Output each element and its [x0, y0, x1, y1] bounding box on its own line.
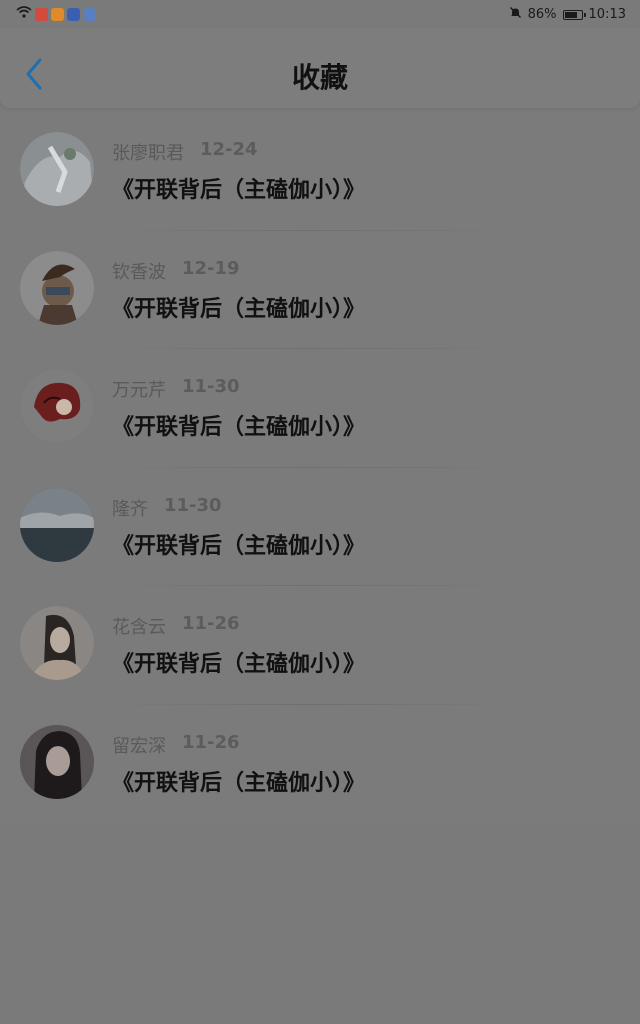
status-left: [16, 6, 96, 22]
item-title[interactable]: 《开联背后（主磕伽小）》: [112, 172, 365, 204]
list-item[interactable]: 留宏深 11-26 《开联背后（主磕伽小）》: [0, 705, 640, 824]
app-icon-3: [67, 7, 80, 21]
item-meta: 万元芹 11-30: [112, 376, 240, 402]
avatar[interactable]: [20, 132, 94, 206]
post-date: 12-19: [182, 257, 240, 279]
item-title[interactable]: 《开联背后（主磕伽小）》: [112, 409, 365, 441]
item-meta: 隆齐 11-30: [112, 495, 222, 521]
app-icon-1: [35, 7, 48, 21]
post-date: 11-26: [182, 731, 240, 753]
status-right: 86% 10:13: [509, 6, 626, 23]
mute-bell-icon: [509, 6, 522, 23]
item-meta: 钦香波 12-19: [112, 258, 240, 284]
item-meta: 花含云 11-26: [112, 613, 240, 639]
battery-percent: 86%: [527, 7, 557, 22]
list-item[interactable]: 张廖职君 12-24 《开联背后（主磕伽小）》: [0, 112, 640, 231]
list-item[interactable]: 隆齐 11-30 《开联背后（主磕伽小）》: [0, 468, 640, 586]
avatar[interactable]: [20, 487, 94, 562]
list-item[interactable]: 万元芹 11-30 《开联背后（主磕伽小）》: [0, 349, 640, 468]
battery-level: [564, 11, 578, 18]
page-title: 收藏: [291, 61, 348, 94]
list-item[interactable]: 钦香波 12-19 《开联背后（主磕伽小）》: [0, 231, 640, 349]
author-name: 钦香波: [112, 261, 166, 283]
post-date: 11-26: [182, 613, 240, 634]
post-date: 11-30: [164, 494, 222, 516]
favorites-list: 张廖职君 12-24 《开联背后（主磕伽小）》 钦香波 12-19 《开联背后（…: [0, 112, 640, 822]
item-meta: 张廖职君 12-24: [112, 139, 258, 165]
avatar[interactable]: [20, 606, 94, 680]
wifi-icon: [16, 6, 32, 22]
author-name: 花含云: [112, 617, 166, 638]
battery-icon: [562, 9, 586, 20]
avatar[interactable]: [20, 724, 94, 799]
item-meta: 留宏深 11-26: [112, 732, 240, 758]
post-date: 12-24: [200, 139, 258, 160]
avatar[interactable]: [20, 250, 94, 325]
item-title[interactable]: 《开联背后（主磕伽小）》: [112, 765, 365, 797]
author-name: 留宏深: [112, 735, 166, 757]
status-bar: 86% 10:13: [0, 0, 640, 28]
author-name: 万元芹: [112, 380, 166, 401]
avatar[interactable]: [20, 369, 94, 443]
list-item[interactable]: 花含云 11-26 《开联背后（主磕伽小）》: [0, 586, 640, 705]
app-icon-2: [51, 7, 64, 21]
item-title[interactable]: 《开联背后（主磕伽小）》: [112, 646, 365, 678]
app-icon-4: [83, 7, 96, 21]
item-title[interactable]: 《开联背后（主磕伽小）》: [112, 528, 365, 560]
app-header: 收藏: [0, 28, 640, 108]
author-name: 张廖职君: [112, 143, 184, 164]
clock: 10:13: [588, 7, 626, 22]
author-name: 隆齐: [112, 498, 148, 520]
item-title[interactable]: 《开联背后（主磕伽小）》: [112, 291, 365, 323]
post-date: 11-30: [182, 376, 240, 397]
